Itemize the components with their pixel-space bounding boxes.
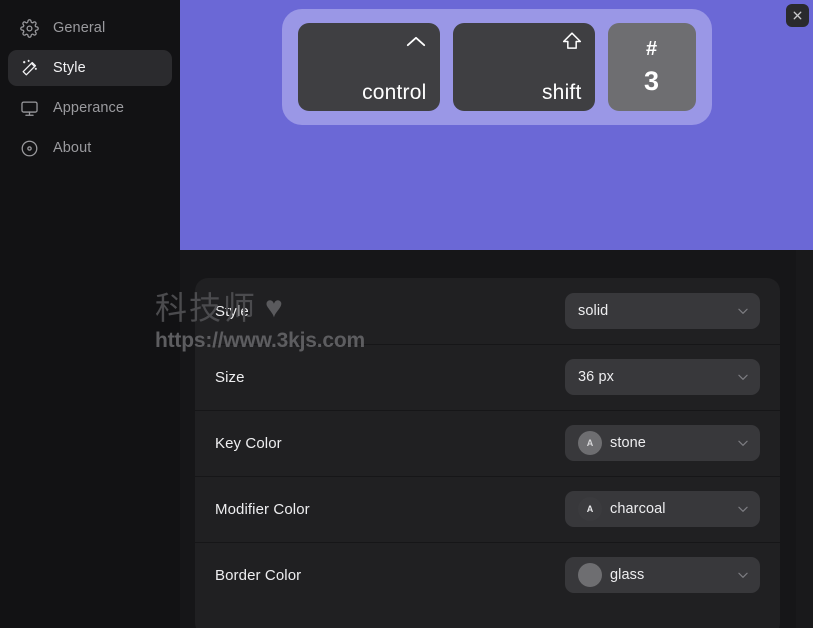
- modifier-color-dropdown[interactable]: A charcoal: [565, 491, 760, 527]
- dropdown-value: solid: [578, 303, 609, 319]
- setting-label: Key Color: [215, 434, 282, 452]
- settings-side-gutter: [796, 250, 813, 628]
- magic-wand-icon: [20, 59, 39, 78]
- dropdown-value: stone: [610, 435, 646, 451]
- keycap-shift: shift: [452, 23, 595, 111]
- setting-row-size: Size 36 px: [195, 344, 780, 410]
- size-dropdown[interactable]: 36 px: [565, 359, 760, 395]
- settings-card: Style solid Size 36 px Key Color A stone…: [195, 278, 780, 628]
- color-swatch: [578, 563, 602, 587]
- border-color-dropdown[interactable]: glass: [565, 557, 760, 593]
- sidebar-item-general[interactable]: General: [8, 10, 172, 46]
- shift-arrow-icon: [562, 30, 582, 52]
- dropdown-value: charcoal: [610, 501, 666, 517]
- keycap-tray: control shift # 3: [281, 9, 712, 125]
- keycap-number: 3: [643, 66, 660, 96]
- setting-row-modifier-color: Modifier Color A charcoal: [195, 476, 780, 542]
- style-dropdown[interactable]: solid: [565, 293, 760, 329]
- chevron-down-icon: [735, 567, 751, 583]
- keycap-label: shift: [541, 81, 582, 104]
- setting-label: Size: [215, 368, 245, 386]
- dropdown-value: 36 px: [578, 369, 614, 385]
- keycap-symbol: #: [645, 38, 658, 60]
- control-caret-icon: [405, 30, 427, 52]
- setting-row-border-color: Border Color glass: [195, 542, 780, 608]
- content-area: control shift # 3 Style solid Size 36 px…: [180, 0, 813, 628]
- keycap-preview: control shift # 3: [180, 0, 813, 250]
- info-circle-icon: [20, 139, 39, 158]
- chevron-down-icon: [735, 303, 751, 319]
- chevron-down-icon: [735, 501, 751, 517]
- monitor-icon: [20, 99, 39, 118]
- sidebar-item-label: Apperance: [53, 100, 125, 116]
- setting-label: Border Color: [215, 566, 302, 584]
- setting-label: Modifier Color: [215, 500, 310, 518]
- sidebar-item-label: Style: [53, 60, 86, 76]
- setting-row-style: Style solid: [195, 278, 780, 344]
- sidebar-item-label: General: [53, 20, 106, 36]
- sidebar-item-apperance[interactable]: Apperance: [8, 90, 172, 126]
- chevron-down-icon: [735, 435, 751, 451]
- sidebar-item-about[interactable]: About: [8, 130, 172, 166]
- gear-icon: [20, 18, 39, 38]
- settings-area: Style solid Size 36 px Key Color A stone…: [180, 250, 813, 628]
- keycap-label: control: [362, 81, 427, 104]
- key-color-dropdown[interactable]: A stone: [565, 425, 760, 461]
- color-swatch: A: [578, 497, 602, 521]
- settings-window: General Style Apperance About control sh…: [0, 0, 813, 628]
- color-swatch: A: [578, 431, 602, 455]
- close-button[interactable]: [786, 4, 809, 27]
- dropdown-value: glass: [610, 567, 645, 583]
- sidebar: General Style Apperance About: [0, 0, 180, 628]
- sidebar-item-style[interactable]: Style: [8, 50, 172, 86]
- chevron-down-icon: [735, 369, 751, 385]
- setting-label: Style: [215, 302, 249, 320]
- sidebar-item-label: About: [53, 140, 92, 156]
- keycap-3: # 3: [607, 23, 696, 111]
- setting-row-key-color: Key Color A stone: [195, 410, 780, 476]
- keycap-control: control: [297, 23, 440, 111]
